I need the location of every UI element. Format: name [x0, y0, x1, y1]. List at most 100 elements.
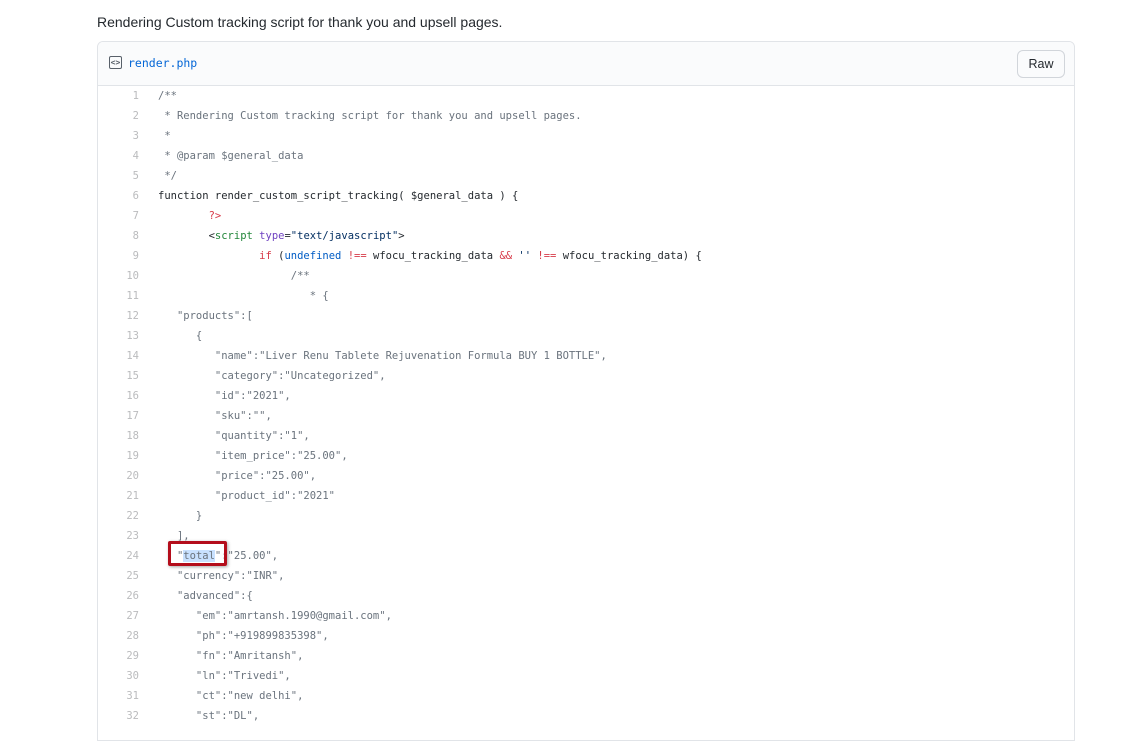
line-number[interactable]: 11 [98, 286, 139, 306]
code-line: 6 function render_custom_script_tracking(… [98, 186, 1074, 206]
code-text: "products":[ [158, 310, 253, 322]
code-line: 11 * { [98, 286, 1074, 306]
code-text: "product_id":"2021" [158, 490, 336, 502]
code-text: */ [158, 170, 177, 182]
code-line: 9 if (undefined !== wfocu_tracking_data … [98, 246, 1074, 266]
line-number[interactable]: 31 [98, 686, 139, 706]
code-line: 13 { [98, 326, 1074, 346]
code-text: "category":"Uncategorized", [158, 370, 386, 382]
code-text: "advanced":{ [158, 590, 253, 602]
line-number[interactable]: 24 [98, 546, 139, 566]
code-text: function render_custom_script_tracking( … [158, 190, 519, 202]
code-line: 3 * [98, 126, 1074, 146]
code-text: "ct":"new delhi", [158, 690, 304, 702]
code-line: 17 "sku":"", [98, 406, 1074, 426]
code-text: "currency":"INR", [158, 570, 285, 582]
code-line: 19 "item_price":"25.00", [98, 446, 1074, 466]
code-text: <script type="text/javascript"> [158, 230, 405, 242]
code-line: 18 "quantity":"1", [98, 426, 1074, 446]
code-text: "em":"amrtansh.1990@gmail.com", [158, 610, 392, 622]
line-number[interactable]: 2 [98, 106, 139, 126]
line-number[interactable]: 5 [98, 166, 139, 186]
line-number[interactable]: 10 [98, 266, 139, 286]
code-text: * Rendering Custom tracking script for t… [158, 110, 582, 122]
code-line: 8 <script type="text/javascript"> [98, 226, 1074, 246]
code-line: 21 "product_id":"2021" [98, 486, 1074, 506]
code-line: 25 "currency":"INR", [98, 566, 1074, 586]
code-line: 24 "total":"25.00", [98, 546, 1074, 566]
code-text: "quantity":"1", [158, 430, 310, 442]
line-number[interactable]: 6 [98, 186, 139, 206]
code-line: 23 ], [98, 526, 1074, 546]
code-text: "sku":"", [158, 410, 272, 422]
code-text: "st":"DL", [158, 710, 260, 722]
line-number[interactable]: 30 [98, 666, 139, 686]
code-text: ], [158, 530, 190, 542]
line-number[interactable]: 19 [98, 446, 139, 466]
line-number[interactable]: 3 [98, 126, 139, 146]
code-text: /** [158, 90, 177, 102]
code-text: * [158, 130, 171, 142]
code-text: /** [158, 270, 310, 282]
code-text: "ln":"Trivedi", [158, 670, 291, 682]
code-line: 10 /** [98, 266, 1074, 286]
code-line: 26 "advanced":{ [98, 586, 1074, 606]
line-number[interactable]: 12 [98, 306, 139, 326]
code-line: 29 "fn":"Amritansh", [98, 646, 1074, 666]
line-number[interactable]: 14 [98, 346, 139, 366]
code-line: 7 ?> [98, 206, 1074, 226]
code-line: 1 /** [98, 86, 1074, 106]
line-number[interactable]: 1 [98, 86, 139, 106]
raw-button[interactable]: Raw [1017, 50, 1065, 78]
code-text: } [158, 510, 203, 522]
line-number[interactable]: 22 [98, 506, 139, 526]
code-line: 16 "id":"2021", [98, 386, 1074, 406]
file-header: <> render.php Raw [98, 42, 1074, 86]
code-line: 12 "products":[ [98, 306, 1074, 326]
code-text: "fn":"Amritansh", [158, 650, 304, 662]
file-name-link[interactable]: render.php [128, 56, 197, 70]
code-text: "price":"25.00", [158, 470, 317, 482]
code-text: if (undefined !== wfocu_tracking_data &&… [259, 250, 702, 262]
code-line: 14 "name":"Liver Renu Tablete Rejuvenati… [98, 346, 1074, 366]
line-number[interactable]: 4 [98, 146, 139, 166]
line-number[interactable]: 17 [98, 406, 139, 426]
code-line: 22 } [98, 506, 1074, 526]
line-number[interactable]: 16 [98, 386, 139, 406]
code-line: 32 "st":"DL", [98, 706, 1074, 726]
code-text: "name":"Liver Renu Tablete Rejuvenation … [158, 350, 607, 362]
gist-file: <> render.php Raw 1 /** 2 * Rendering Cust… [97, 41, 1075, 741]
code-text: { [158, 330, 203, 342]
line-number[interactable]: 9 [98, 246, 139, 266]
line-number[interactable]: 15 [98, 366, 139, 386]
line-number[interactable]: 13 [98, 326, 139, 346]
code-text: * @param $general_data [158, 150, 304, 162]
code-text: "ph":"+919899835398", [158, 630, 329, 642]
code-line: 20 "price":"25.00", [98, 466, 1074, 486]
line-number[interactable]: 23 [98, 526, 139, 546]
line-number[interactable]: 29 [98, 646, 139, 666]
code-line: 27 "em":"amrtansh.1990@gmail.com", [98, 606, 1074, 626]
line-number[interactable]: 18 [98, 426, 139, 446]
code-line: 4 * @param $general_data [98, 146, 1074, 166]
code-line: 30 "ln":"Trivedi", [98, 666, 1074, 686]
code-line: 15 "category":"Uncategorized", [98, 366, 1074, 386]
line-number[interactable]: 26 [98, 586, 139, 606]
line-number[interactable]: 8 [98, 226, 139, 246]
code-file-icon: <> [109, 56, 122, 69]
code-text: ?> [158, 210, 222, 222]
line-number[interactable]: 32 [98, 706, 139, 726]
code-text: "total":"25.00", [158, 550, 279, 562]
line-number[interactable]: 25 [98, 566, 139, 586]
code-line: 31 "ct":"new delhi", [98, 686, 1074, 706]
code-text: * { [158, 290, 329, 302]
code-view: 1 /** 2 * Rendering Custom tracking script… [98, 86, 1074, 726]
line-number[interactable]: 21 [98, 486, 139, 506]
line-number[interactable]: 27 [98, 606, 139, 626]
line-number[interactable]: 28 [98, 626, 139, 646]
line-number[interactable]: 20 [98, 466, 139, 486]
gist-description: Rendering Custom tracking script for tha… [97, 14, 503, 30]
code-line: 5 */ [98, 166, 1074, 186]
code-line: 28 "ph":"+919899835398", [98, 626, 1074, 646]
line-number[interactable]: 7 [98, 206, 139, 226]
